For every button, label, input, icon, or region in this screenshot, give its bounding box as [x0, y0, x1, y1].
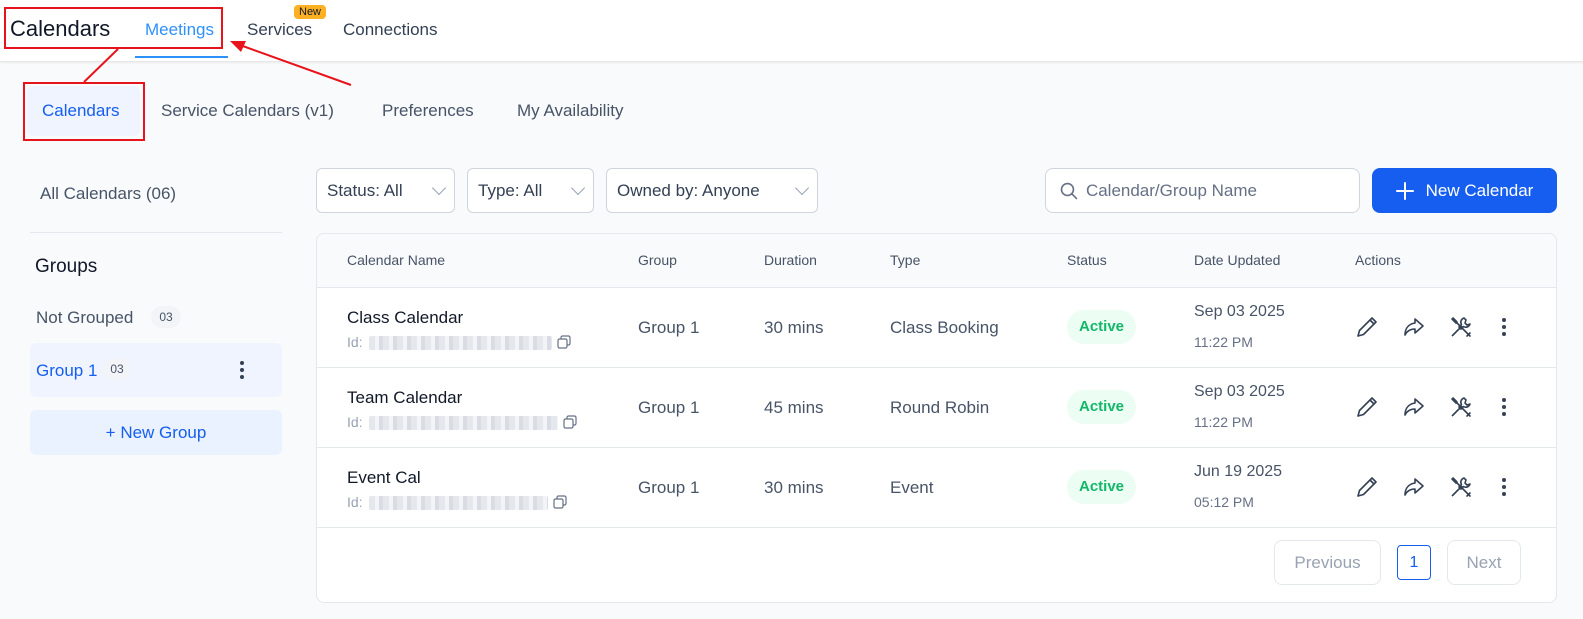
type-filter[interactable]: Type: All	[467, 168, 594, 213]
col-date-updated[interactable]: Date Updated	[1194, 252, 1280, 268]
tools-icon[interactable]	[1448, 474, 1474, 500]
share-icon[interactable]	[1401, 394, 1427, 420]
table-row[interactable]: Event Cal Id: Group 1 30 mins Event Acti…	[317, 448, 1556, 528]
table-header: Calendar Name Group Duration Type Status…	[317, 234, 1556, 288]
chevron-down-icon	[794, 180, 810, 196]
sidebar-all-calendars[interactable]: All Calendars (06)	[40, 184, 176, 204]
time-updated: 11:22 PM	[1194, 414, 1253, 430]
more-options-icon[interactable]	[1495, 476, 1513, 498]
subtab-preferences[interactable]: Preferences	[382, 101, 474, 121]
edit-icon[interactable]	[1354, 394, 1380, 420]
copy-icon[interactable]	[563, 415, 577, 429]
table-row[interactable]: Class Calendar Id: Group 1 30 mins Class…	[317, 288, 1556, 368]
share-icon[interactable]	[1401, 314, 1427, 340]
group-cell: Group 1	[638, 398, 700, 417]
calendar-name[interactable]: Team Calendar	[347, 388, 462, 408]
duration-cell: 30 mins	[764, 318, 824, 337]
type-filter-label: Type: All	[478, 180, 543, 200]
more-options-icon[interactable]	[1495, 316, 1513, 338]
status-filter-label: Status: All	[327, 180, 403, 200]
share-icon[interactable]	[1401, 474, 1427, 500]
edit-icon[interactable]	[1354, 314, 1380, 340]
col-status[interactable]: Status	[1067, 252, 1107, 268]
new-calendar-button[interactable]: New Calendar	[1372, 168, 1557, 213]
group-menu-icon[interactable]	[233, 359, 251, 381]
owner-filter-label: Owned by: Anyone	[617, 180, 760, 200]
redacted-id	[369, 496, 548, 510]
group-cell: Group 1	[638, 318, 700, 337]
groups-heading: Groups	[35, 256, 98, 277]
sidebar-divider	[30, 232, 282, 233]
count-badge: 03	[151, 306, 181, 328]
col-type[interactable]: Type	[890, 252, 920, 268]
col-calendar-name[interactable]: Calendar Name	[347, 252, 445, 268]
redacted-id	[369, 416, 558, 430]
date-updated: Jun 19 2025	[1194, 463, 1283, 480]
status-badge: Active	[1067, 470, 1137, 504]
subtab-service-calendars[interactable]: Service Calendars (v1)	[161, 101, 334, 121]
type-cell: Class Booking	[890, 318, 999, 337]
table-row[interactable]: Team Calendar Id: Group 1 45 mins Round …	[317, 368, 1556, 448]
owner-filter[interactable]: Owned by: Anyone	[606, 168, 818, 213]
page-number-button[interactable]: 1	[1397, 545, 1431, 580]
calendars-table: Calendar Name Group Duration Type Status…	[316, 233, 1557, 603]
id-label: Id:	[347, 414, 363, 430]
sidebar-item-not-grouped[interactable]: Not Grouped	[36, 308, 133, 328]
tools-icon[interactable]	[1448, 394, 1474, 420]
type-cell: Round Robin	[890, 398, 990, 417]
search-box[interactable]	[1045, 168, 1360, 213]
plus-icon	[1395, 181, 1414, 200]
previous-button[interactable]: Previous	[1274, 540, 1381, 585]
edit-icon[interactable]	[1354, 474, 1380, 500]
search-input[interactable]	[1085, 180, 1345, 201]
col-group[interactable]: Group	[638, 252, 677, 268]
tools-icon[interactable]	[1448, 314, 1474, 340]
chevron-down-icon	[431, 180, 447, 196]
count-badge: 03	[104, 358, 130, 380]
new-group-label: + New Group	[105, 422, 207, 442]
annotation-arrows	[83, 41, 352, 86]
copy-icon[interactable]	[557, 335, 571, 349]
more-options-icon[interactable]	[1495, 396, 1513, 418]
group-cell: Group 1	[638, 478, 700, 497]
duration-cell: 30 mins	[764, 478, 824, 497]
date-updated: Sep 03 2025	[1194, 383, 1285, 400]
subtab-my-availability[interactable]: My Availability	[517, 101, 623, 121]
search-icon	[1060, 182, 1078, 199]
calendar-name[interactable]: Event Cal	[347, 468, 421, 488]
id-label: Id:	[347, 494, 363, 510]
calendar-name[interactable]: Class Calendar	[347, 308, 463, 328]
type-cell: Event	[890, 478, 934, 497]
time-updated: 05:12 PM	[1194, 494, 1254, 510]
redacted-id	[369, 336, 552, 350]
chevron-down-icon	[570, 180, 586, 196]
sidebar-item-label[interactable]: Group 1	[36, 361, 97, 381]
new-calendar-label: New Calendar	[1425, 180, 1534, 200]
status-badge: Active	[1067, 310, 1137, 344]
time-updated: 11:22 PM	[1194, 334, 1253, 350]
new-group-button[interactable]: + New Group	[30, 410, 282, 455]
next-button[interactable]: Next	[1447, 540, 1521, 585]
date-updated: Sep 03 2025	[1194, 303, 1285, 320]
copy-icon[interactable]	[553, 495, 567, 509]
duration-cell: 45 mins	[764, 398, 824, 417]
id-label: Id:	[347, 334, 363, 350]
status-filter[interactable]: Status: All	[316, 168, 455, 213]
status-badge: Active	[1067, 390, 1137, 424]
col-duration[interactable]: Duration	[764, 252, 817, 268]
col-actions: Actions	[1355, 252, 1401, 268]
